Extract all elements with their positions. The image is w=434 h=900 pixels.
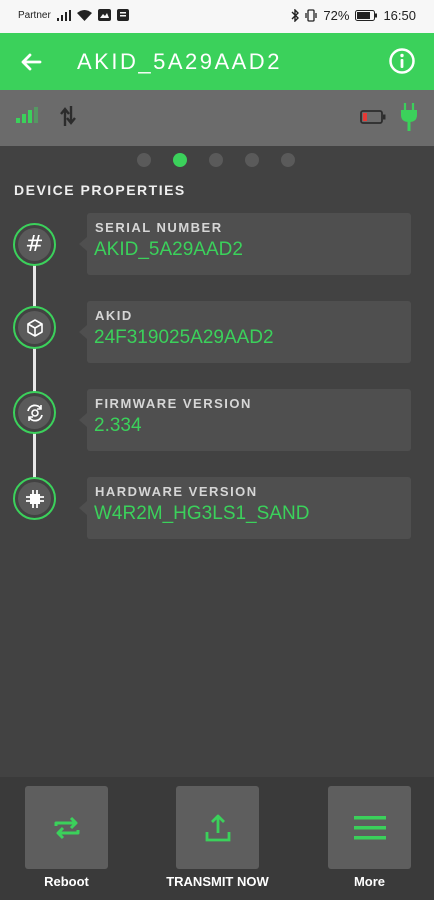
reboot-button[interactable]	[25, 786, 108, 869]
device-status-strip	[0, 90, 434, 146]
more-label: More	[353, 874, 386, 889]
battery-low-icon	[360, 110, 386, 124]
hash-icon: #	[18, 228, 51, 261]
carrier-name: Partner	[18, 9, 51, 21]
clock: 16:50	[383, 8, 416, 23]
cube-icon-node	[13, 306, 56, 349]
page-dot[interactable]	[281, 153, 295, 167]
menu-icon	[353, 815, 386, 839]
more-button[interactable]	[328, 786, 411, 869]
wifi-icon	[76, 9, 92, 21]
property-value: AKID_5A29AAD2	[94, 239, 243, 260]
arrow-left-icon[interactable]	[16, 47, 46, 77]
property-value: 2.334	[94, 415, 142, 436]
chip-icon	[18, 482, 51, 515]
upload-icon	[205, 814, 230, 841]
chip-icon-node	[13, 477, 56, 520]
device-title: AKID_5A29AAD2	[77, 49, 282, 74]
page-dot-active[interactable]	[173, 153, 187, 167]
sync-arrows-icon	[60, 106, 76, 126]
power-plug-icon	[401, 103, 417, 131]
page-dot[interactable]	[209, 153, 223, 167]
property-label: AKID	[95, 308, 133, 323]
property-card-serial: SERIAL NUMBER AKID_5A29AAD2	[79, 213, 411, 275]
page-indicator	[137, 153, 295, 167]
reboot-label: Reboot	[44, 874, 89, 889]
status-bar: Partner 72% 16:50	[0, 0, 434, 33]
property-value: 24F319025A29AAD2	[94, 327, 274, 348]
signal-bars-icon	[16, 107, 38, 123]
property-value: W4R2M_HG3LS1_SAND	[94, 503, 310, 524]
gear-sync-icon-node	[13, 391, 56, 434]
property-label: FIRMWARE VERSION	[95, 396, 252, 411]
timeline-connector	[33, 244, 36, 497]
property-label: SERIAL NUMBER	[95, 220, 223, 235]
property-label: HARDWARE VERSION	[95, 484, 258, 499]
gear-sync-icon	[18, 396, 51, 429]
vibrate-icon	[305, 9, 318, 22]
transmit-now-label: TRANSMIT NOW	[166, 874, 269, 889]
hash-icon-node: #	[13, 223, 56, 266]
bottom-action-bar: Reboot TRANSMIT NOW More	[0, 777, 434, 900]
property-card-hardware: HARDWARE VERSION W4R2M_HG3LS1_SAND	[79, 477, 411, 539]
info-circle-icon[interactable]	[388, 47, 416, 75]
cell-signal-icon	[56, 9, 71, 21]
property-card-firmware: FIRMWARE VERSION 2.334	[79, 389, 411, 451]
property-card-akid: AKID 24F319025A29AAD2	[79, 301, 411, 363]
repeat-icon	[54, 816, 79, 839]
transmit-now-button[interactable]	[176, 786, 259, 869]
battery-percent: 72%	[323, 8, 350, 23]
page-dot[interactable]	[245, 153, 259, 167]
app-bar: AKID_5A29AAD2	[0, 33, 434, 90]
message-icon	[116, 9, 129, 21]
page-dot[interactable]	[137, 153, 151, 167]
cube-icon	[18, 311, 51, 344]
notification-icon	[97, 9, 111, 21]
bluetooth-icon	[291, 9, 300, 22]
section-title: DEVICE PROPERTIES	[14, 182, 186, 198]
battery-icon	[355, 10, 378, 21]
